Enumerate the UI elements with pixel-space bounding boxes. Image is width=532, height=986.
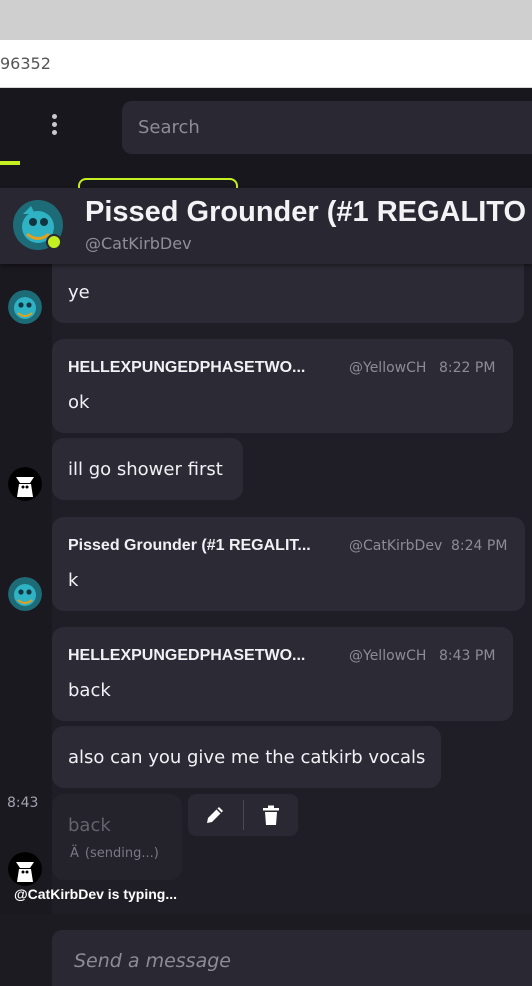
address-bar[interactable]: 96352 xyxy=(0,40,532,88)
typing-indicator: @CatKirbDev is typing... xyxy=(14,886,178,902)
message-handle: @YellowCH xyxy=(349,648,427,664)
message-handle: @YellowCH xyxy=(349,360,427,376)
chat-header: Pissed Grounder (#1 REGALITO @CatKirbDev xyxy=(0,188,532,264)
avatar[interactable] xyxy=(8,290,42,324)
message-text: back xyxy=(68,680,111,701)
sending-label: (sending...) xyxy=(84,846,159,861)
toolbar-divider xyxy=(243,800,244,830)
message-bubble: HELLEXPUNGEDPHASETWO... @YellowCH 8:43 P… xyxy=(52,627,513,721)
message-time: 8:22 PM xyxy=(439,360,496,376)
message-bubble: also can you give me the catkirb vocals xyxy=(52,726,441,788)
online-status-dot xyxy=(46,234,62,250)
chat-handle: @CatKirbDev xyxy=(85,234,192,253)
message-username[interactable]: HELLEXPUNGEDPHASETWO... xyxy=(68,647,305,665)
more-options-icon[interactable] xyxy=(50,114,58,136)
message-time: 8:43 PM xyxy=(439,648,496,664)
message-bubble: Pissed Grounder (#1 REGALIT... @CatKirbD… xyxy=(52,517,525,611)
message-handle: @CatKirbDev xyxy=(349,538,443,554)
message-username[interactable]: HELLEXPUNGEDPHASETWO... xyxy=(68,359,305,377)
sending-status: Ä (sending...) xyxy=(70,846,159,861)
pending-message-text: back xyxy=(68,815,111,836)
message-text: k xyxy=(68,570,79,591)
url-text[interactable]: 96352 xyxy=(0,54,51,73)
message-text: also can you give me the catkirb vocals xyxy=(68,747,426,768)
message-input[interactable]: Send a message xyxy=(52,930,532,986)
translate-icon: Ä xyxy=(70,846,79,861)
message-text: ill go shower first xyxy=(68,459,223,480)
pending-message-bubble: back Ä (sending...) xyxy=(52,794,182,880)
avatar[interactable] xyxy=(8,852,42,886)
message-actions-toolbar xyxy=(188,794,298,836)
message-time: 8:24 PM xyxy=(451,538,508,554)
browser-chrome xyxy=(0,0,532,40)
message-text: ok xyxy=(68,392,90,413)
trash-icon[interactable] xyxy=(258,802,284,828)
message-bubble: ill go shower first xyxy=(52,438,243,500)
message-username[interactable]: Pissed Grounder (#1 REGALIT... xyxy=(68,537,311,555)
search-placeholder: Search xyxy=(138,117,200,138)
message-side-time: 8:43 xyxy=(7,795,39,811)
message-bubble: HELLEXPUNGEDPHASETWO... @YellowCH 8:22 P… xyxy=(52,339,513,433)
chat-title: Pissed Grounder (#1 REGALITO xyxy=(85,196,527,228)
active-indicator xyxy=(0,161,20,165)
pencil-icon[interactable] xyxy=(202,802,228,828)
message-text: ye xyxy=(68,282,90,303)
search-input[interactable]: Search xyxy=(122,101,532,154)
message-input-placeholder: Send a message xyxy=(74,950,231,972)
avatar[interactable] xyxy=(8,577,42,611)
avatar[interactable] xyxy=(8,467,42,501)
